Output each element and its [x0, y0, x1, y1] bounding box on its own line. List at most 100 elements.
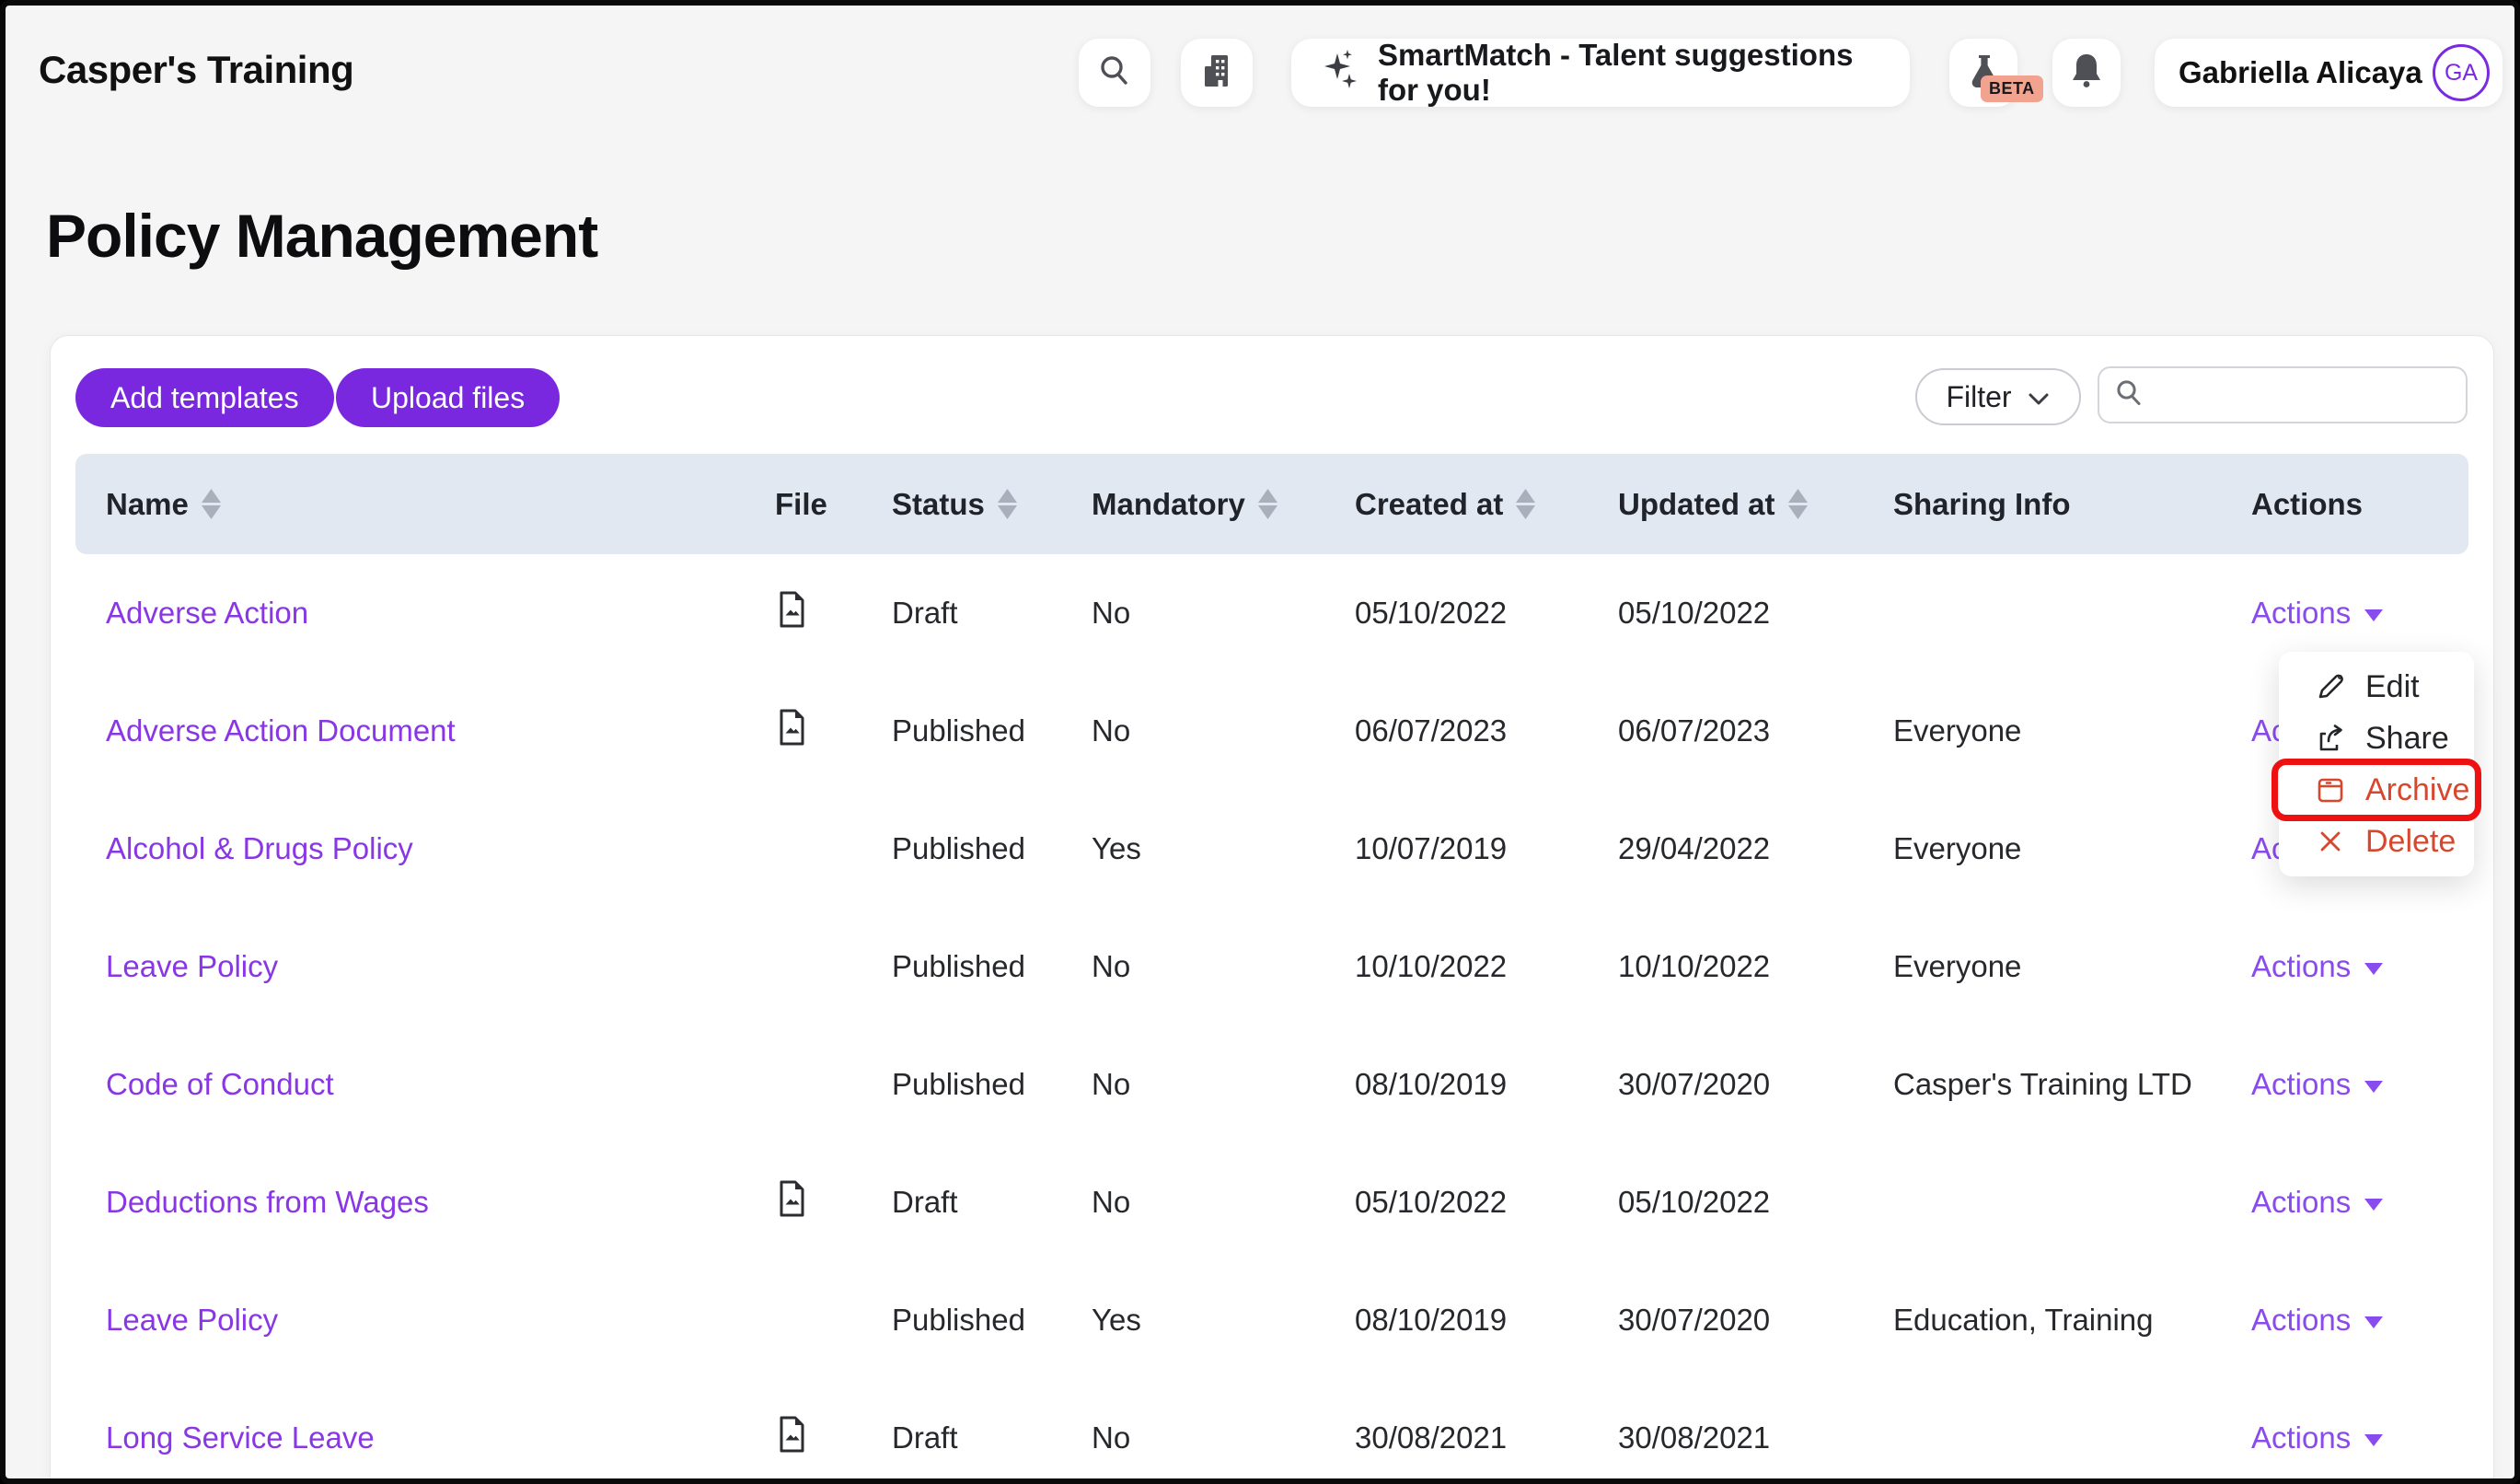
column-header-updated-at[interactable]: Updated at — [1618, 487, 1893, 522]
notifications-button[interactable] — [2052, 39, 2121, 107]
column-header-status[interactable]: Status — [892, 487, 1092, 522]
company-button[interactable] — [1181, 39, 1253, 107]
table-row: Leave Policy Published No 10/10/2022 10/… — [75, 908, 2468, 1026]
file-icon — [775, 1179, 808, 1218]
sort-icon[interactable] — [202, 489, 221, 519]
table-row: Adverse Action Document Published No 06/… — [75, 672, 2468, 790]
row-actions-button[interactable]: Actions — [2251, 596, 2468, 631]
add-templates-button[interactable]: Add templates — [75, 368, 334, 427]
created-at-cell: 10/07/2019 — [1355, 831, 1618, 866]
column-header-mandatory[interactable]: Mandatory — [1092, 487, 1355, 522]
updated-at-cell: 10/10/2022 — [1618, 949, 1893, 984]
file-icon — [775, 1415, 808, 1454]
created-at-cell: 10/10/2022 — [1355, 949, 1618, 984]
table-search — [2098, 366, 2468, 423]
row-actions-button[interactable]: Actions — [2251, 1303, 2468, 1338]
mandatory-cell: No — [1092, 949, 1355, 984]
avatar: GA — [2433, 44, 2490, 101]
sort-icon[interactable] — [1516, 489, 1535, 519]
smartmatch-banner-button[interactable]: SmartMatch - Talent suggestions for you! — [1291, 39, 1910, 107]
status-cell: Draft — [892, 1185, 1092, 1220]
file-icon — [775, 590, 808, 629]
caret-down-icon — [2364, 963, 2383, 975]
policy-name-link[interactable]: Long Service Leave — [106, 1420, 375, 1455]
created-at-cell: 08/10/2019 — [1355, 1067, 1618, 1102]
caret-down-icon — [2364, 1081, 2383, 1093]
share-icon — [2314, 723, 2347, 754]
sparkles-icon — [1319, 48, 1359, 98]
mandatory-cell: No — [1092, 1420, 1355, 1455]
filter-label: Filter — [1946, 380, 2011, 414]
policy-name-link[interactable]: Leave Policy — [106, 1303, 278, 1337]
column-header-name[interactable]: Name — [75, 487, 775, 522]
menu-item-label: Delete — [2365, 824, 2456, 860]
actions-dropdown-menu: Edit ShareArchive Delete — [2279, 652, 2474, 876]
menu-item-archive[interactable]: Archive — [2279, 764, 2474, 816]
beta-badge: BETA — [1981, 75, 2043, 102]
policy-name-link[interactable]: Deductions from Wages — [106, 1185, 429, 1219]
policy-name-link[interactable]: Adverse Action Document — [106, 713, 456, 748]
row-actions-button[interactable]: Actions — [2251, 1067, 2468, 1102]
sharing-info-cell: Everyone — [1893, 713, 2251, 748]
caret-down-icon — [2364, 1316, 2383, 1328]
global-search-button[interactable] — [1079, 39, 1150, 107]
menu-item-share[interactable]: Share — [2279, 713, 2474, 764]
mandatory-cell: No — [1092, 713, 1355, 748]
table-row: Alcohol & Drugs Policy Published Yes 10/… — [75, 790, 2468, 908]
app-window: Casper's Training SmartMatch - Talent su… — [0, 0, 2520, 1484]
mandatory-cell: No — [1092, 1185, 1355, 1220]
menu-item-delete[interactable]: Delete — [2279, 816, 2474, 867]
chevron-down-icon — [2027, 380, 2051, 414]
pencil-icon — [2314, 671, 2347, 702]
menu-item-label: Edit — [2365, 669, 2420, 705]
column-header-actions: Actions — [2251, 487, 2468, 522]
upload-files-button[interactable]: Upload files — [336, 368, 560, 427]
table-row: Deductions from Wages Draft No 05/10/202… — [75, 1143, 2468, 1261]
search-icon — [1097, 53, 1132, 93]
file-cell — [775, 1415, 892, 1461]
file-cell — [775, 708, 892, 754]
labs-button[interactable]: BETA — [1949, 39, 2017, 107]
policy-name-link[interactable]: Code of Conduct — [106, 1067, 334, 1101]
search-input[interactable] — [2155, 378, 2451, 412]
updated-at-cell: 29/04/2022 — [1618, 831, 1893, 866]
policy-table-card: Add templates Upload files Filter NameFi… — [50, 335, 2494, 1484]
bell-icon — [2068, 51, 2105, 96]
policy-name-link[interactable]: Adverse Action — [106, 596, 308, 630]
brand-title: Casper's Training — [39, 48, 353, 92]
mandatory-cell: Yes — [1092, 831, 1355, 866]
updated-at-cell: 30/07/2020 — [1618, 1303, 1893, 1338]
caret-down-icon — [2364, 609, 2383, 621]
archive-icon — [2314, 774, 2347, 806]
row-actions-button[interactable]: Actions — [2251, 1420, 2468, 1455]
file-cell — [775, 590, 892, 636]
user-menu-button[interactable]: Gabriella Alicaya GA — [2155, 39, 2503, 107]
column-header-created-at[interactable]: Created at — [1355, 487, 1618, 522]
table-header-row: NameFileStatusMandatoryCreated atUpdated… — [75, 454, 2468, 554]
updated-at-cell: 30/07/2020 — [1618, 1067, 1893, 1102]
sort-icon[interactable] — [1258, 489, 1277, 519]
policy-name-link[interactable]: Leave Policy — [106, 949, 278, 983]
updated-at-cell: 30/08/2021 — [1618, 1420, 1893, 1455]
created-at-cell: 05/10/2022 — [1355, 1185, 1618, 1220]
row-actions-button[interactable]: Actions — [2251, 949, 2468, 984]
column-header-file: File — [775, 487, 892, 522]
sort-icon[interactable] — [998, 489, 1017, 519]
updated-at-cell: 06/07/2023 — [1618, 713, 1893, 748]
building-icon — [1198, 52, 1235, 95]
page-title: Policy Management — [46, 201, 597, 271]
sharing-info-cell: Everyone — [1893, 949, 2251, 984]
created-at-cell: 08/10/2019 — [1355, 1303, 1618, 1338]
mandatory-cell: No — [1092, 596, 1355, 631]
policy-name-link[interactable]: Alcohol & Drugs Policy — [106, 831, 413, 865]
sharing-info-cell: Casper's Training LTD — [1893, 1067, 2251, 1102]
user-name: Gabriella Alicaya — [2179, 55, 2422, 90]
status-cell: Published — [892, 1067, 1092, 1102]
row-actions-button[interactable]: Actions — [2251, 1185, 2468, 1220]
table-row: Long Service Leave Draft No 30/08/2021 3… — [75, 1379, 2468, 1484]
sort-icon[interactable] — [1788, 489, 1808, 519]
menu-item-edit[interactable]: Edit — [2279, 661, 2474, 713]
filter-dropdown-button[interactable]: Filter — [1915, 368, 2081, 425]
created-at-cell: 05/10/2022 — [1355, 596, 1618, 631]
caret-down-icon — [2364, 1434, 2383, 1446]
